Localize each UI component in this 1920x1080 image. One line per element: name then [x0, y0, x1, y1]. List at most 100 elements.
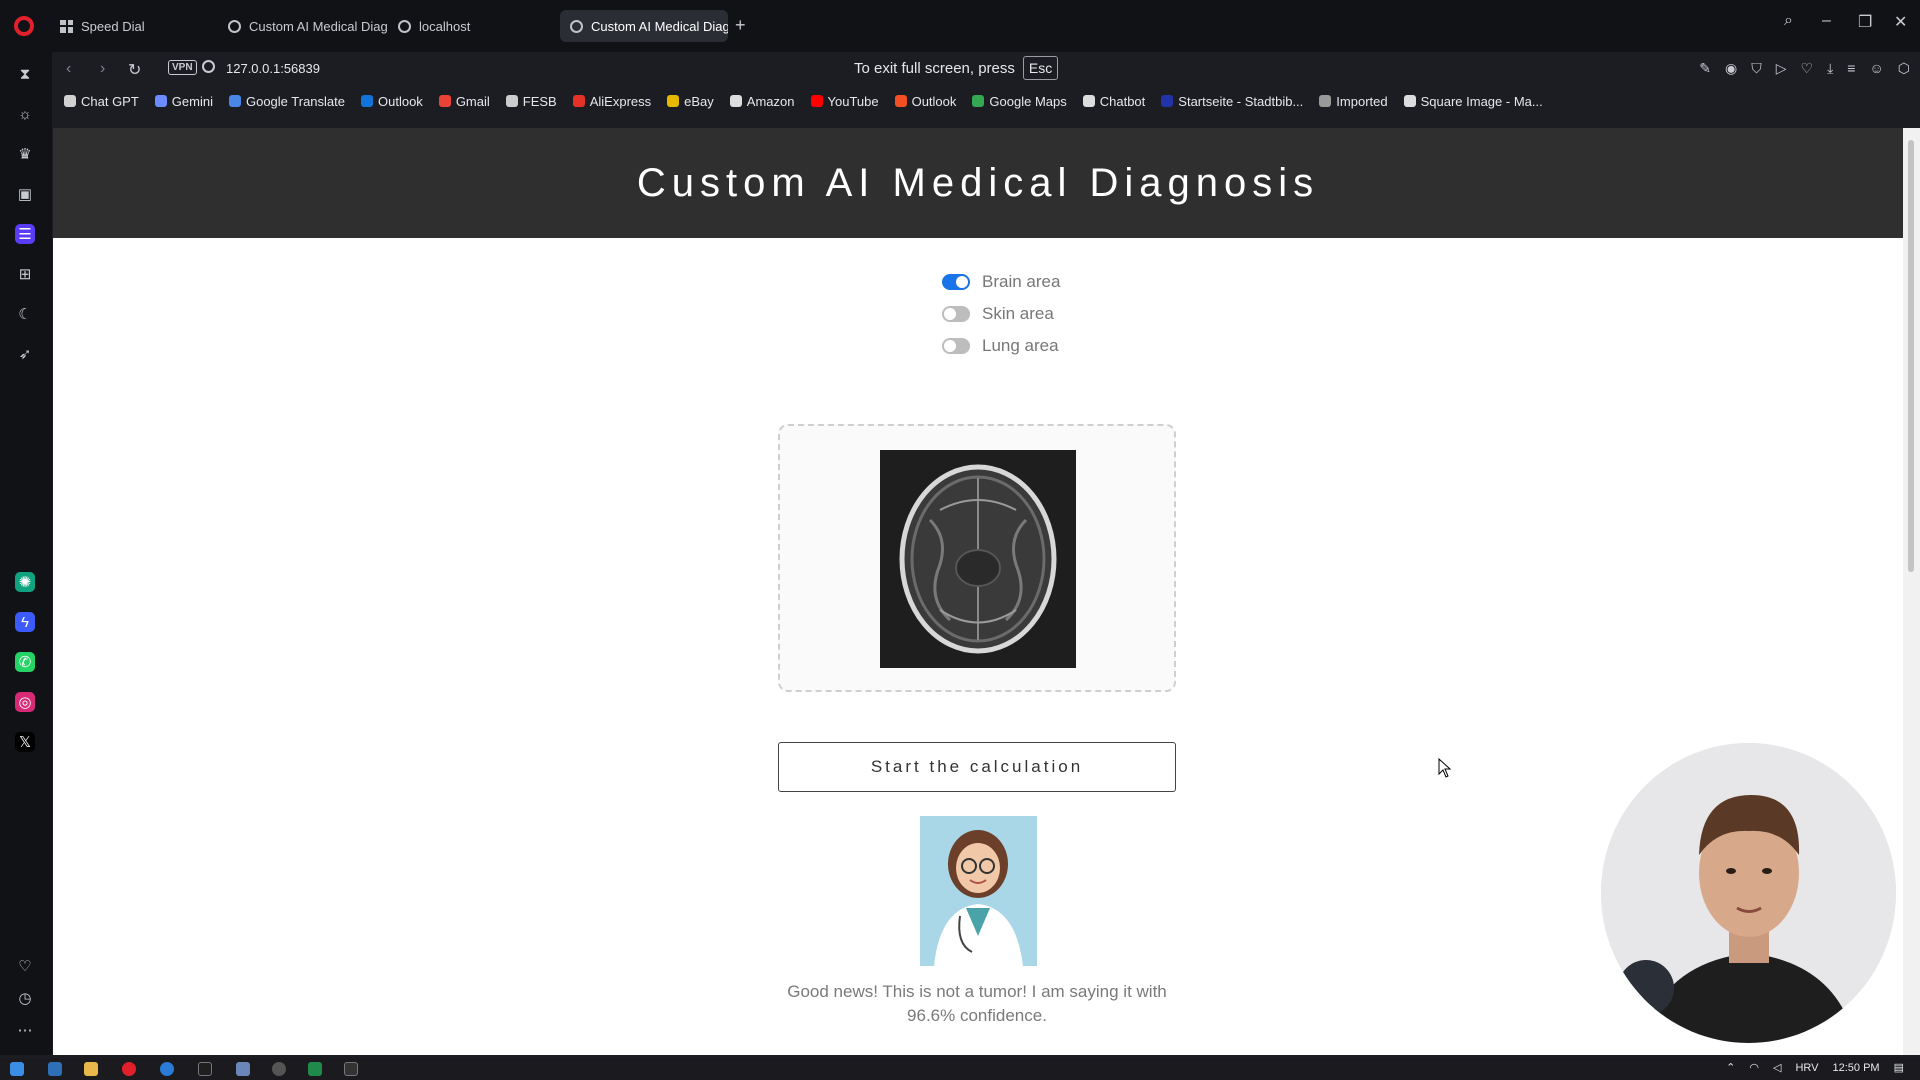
opera-taskbar-icon[interactable]: [122, 1062, 136, 1076]
bookmark-label: AliExpress: [589, 93, 652, 109]
download-icon[interactable]: ⤓: [1827, 60, 1833, 77]
windows-start-icon[interactable]: [10, 1062, 24, 1076]
bookmark-item[interactable]: Google Maps: [972, 93, 1067, 109]
vpn-badge[interactable]: VPN: [168, 60, 197, 75]
extensions-icon[interactable]: ⬡: [1898, 60, 1910, 77]
tab-speed-dial[interactable]: Speed Dial: [50, 10, 210, 42]
terminal-icon[interactable]: [344, 1062, 358, 1076]
scrollbar-thumb[interactable]: [1908, 140, 1914, 572]
list-icon[interactable]: ☰: [15, 224, 35, 244]
url-field[interactable]: 127.0.0.1:56839: [226, 61, 320, 76]
briefcase-icon[interactable]: ⊞: [15, 264, 35, 284]
bookmark-item[interactable]: Outlook: [361, 94, 423, 109]
bookmark-item[interactable]: Chatbot: [1082, 93, 1146, 109]
reload-icon[interactable]: ↻: [128, 60, 141, 80]
search-icon[interactable]: ⌕: [1784, 12, 1793, 30]
bookmark-item[interactable]: Startseite - Stadtbib...: [1161, 94, 1303, 109]
bookmark-item[interactable]: YouTube: [810, 94, 879, 109]
crown-icon[interactable]: ♛: [15, 144, 35, 164]
excel-icon[interactable]: [308, 1062, 322, 1076]
play-icon[interactable]: ▷: [1776, 60, 1787, 77]
sun-icon[interactable]: ☼: [15, 104, 35, 124]
notifications-icon[interactable]: ▤: [1894, 1061, 1904, 1074]
tab-custom-ai-active[interactable]: Custom AI Medical Diagnosis: [560, 10, 728, 42]
hourglass-icon[interactable]: ⧗: [15, 64, 35, 84]
toggle-brain-area[interactable]: Brain area: [942, 266, 1060, 298]
start-calculation-button[interactable]: Start the calculation: [778, 742, 1176, 792]
bookmark-item[interactable]: Outlook: [894, 94, 956, 109]
tab-localhost[interactable]: localhost: [388, 10, 558, 42]
rocket-icon[interactable]: ➶: [15, 344, 35, 364]
google-translate-icon: [228, 95, 241, 107]
toggle-lung-area[interactable]: Lung area: [942, 330, 1060, 362]
clock-icon[interactable]: ◷: [15, 988, 35, 1008]
esc-key-badge: Esc: [1022, 56, 1059, 80]
forward-icon[interactable]: ›: [100, 60, 105, 78]
pycharm-icon[interactable]: [198, 1062, 212, 1076]
language-indicator[interactable]: HRV: [1795, 1062, 1818, 1074]
minimize-icon[interactable]: –: [1822, 12, 1831, 30]
bookmark-item[interactable]: Gemini: [154, 94, 213, 109]
stadtbib-icon: [1161, 95, 1174, 107]
chatgpt-icon[interactable]: ✺: [15, 572, 35, 592]
menu-icon[interactable]: ≡: [1847, 60, 1855, 77]
outlook-icon: [894, 95, 907, 107]
bookmark-label: Chatbot: [1099, 93, 1146, 109]
bookmark-item[interactable]: Gmail: [438, 94, 490, 109]
image-dropzone[interactable]: [778, 424, 1176, 692]
shield-icon[interactable]: ⛉: [1751, 60, 1762, 77]
file-explorer-icon[interactable]: [84, 1062, 98, 1076]
instagram-icon[interactable]: ◎: [15, 692, 35, 712]
app-icon[interactable]: [272, 1062, 286, 1076]
speed-dial-icon: [60, 19, 73, 33]
volume-icon[interactable]: ◁: [1773, 1061, 1781, 1074]
wifi-icon[interactable]: ◠: [1749, 1061, 1759, 1074]
bag-icon[interactable]: ▣: [15, 184, 35, 204]
camera-icon[interactable]: ◉: [1725, 60, 1737, 77]
more-icon[interactable]: ⋯: [15, 1020, 35, 1040]
x-icon[interactable]: 𝕏: [15, 732, 35, 752]
close-icon[interactable]: ✕: [1894, 12, 1907, 32]
windows-taskbar: ⌃ ◠ ◁ HRV 12:50 PM ▤: [0, 1058, 1920, 1080]
toggle-switch[interactable]: [942, 306, 970, 322]
restore-icon[interactable]: ❐: [1858, 12, 1872, 32]
share-icon[interactable]: ✎: [1699, 60, 1711, 77]
site-info-icon[interactable]: [202, 60, 215, 73]
tab-custom-ai-1[interactable]: Custom AI Medical Diagnosis: [218, 10, 388, 42]
gmail-icon: [438, 95, 451, 107]
new-tab-button[interactable]: +: [735, 15, 746, 36]
whatsapp-icon[interactable]: ✆: [15, 652, 35, 672]
notepad-icon[interactable]: [236, 1062, 250, 1076]
toggle-switch[interactable]: [942, 338, 970, 354]
bookmark-item[interactable]: AliExpress: [572, 93, 652, 109]
bookmark-item[interactable]: FESB: [505, 94, 557, 109]
bookmark-item[interactable]: Amazon: [729, 94, 795, 109]
fesb-icon: [505, 95, 518, 107]
toggle-switch[interactable]: [942, 274, 970, 290]
back-icon[interactable]: ‹: [66, 60, 71, 78]
chevron-up-icon[interactable]: ⌃: [1726, 1061, 1735, 1074]
bookmark-folder[interactable]: Imported: [1319, 94, 1388, 109]
bookmark-item[interactable]: Chat GPT: [64, 94, 139, 109]
heart-icon[interactable]: ♡: [1801, 60, 1814, 77]
profile-icon[interactable]: ☺: [1869, 60, 1883, 77]
edge-icon[interactable]: [160, 1062, 174, 1076]
bookmark-item[interactable]: eBay: [667, 94, 714, 109]
toggle-skin-area[interactable]: Skin area: [942, 298, 1060, 330]
desktop-icon[interactable]: [48, 1062, 62, 1076]
globe-icon: [228, 19, 241, 33]
bookmark-label: Google Maps: [989, 93, 1067, 109]
bookmark-label: eBay: [684, 93, 714, 109]
fullscreen-notice-text: To exit full screen, press: [854, 59, 1015, 77]
opera-logo-icon[interactable]: [14, 16, 34, 36]
bookmark-item[interactable]: Google Translate: [228, 94, 345, 109]
messenger-icon[interactable]: ϟ: [15, 612, 35, 632]
clock-text[interactable]: 12:50 PM: [1833, 1062, 1880, 1074]
page-scrollbar[interactable]: [1903, 128, 1920, 1055]
heart-icon[interactable]: ♡: [15, 956, 35, 976]
bookmark-item[interactable]: Square Image - Ma...: [1403, 93, 1543, 109]
bookmark-label: Square Image - Ma...: [1420, 93, 1543, 109]
browser-tab-bar: Speed Dial Custom AI Medical Diagnosis l…: [0, 0, 1920, 52]
bookmark-label: Chat GPT: [81, 93, 139, 109]
moon-icon[interactable]: ☾: [15, 304, 35, 324]
